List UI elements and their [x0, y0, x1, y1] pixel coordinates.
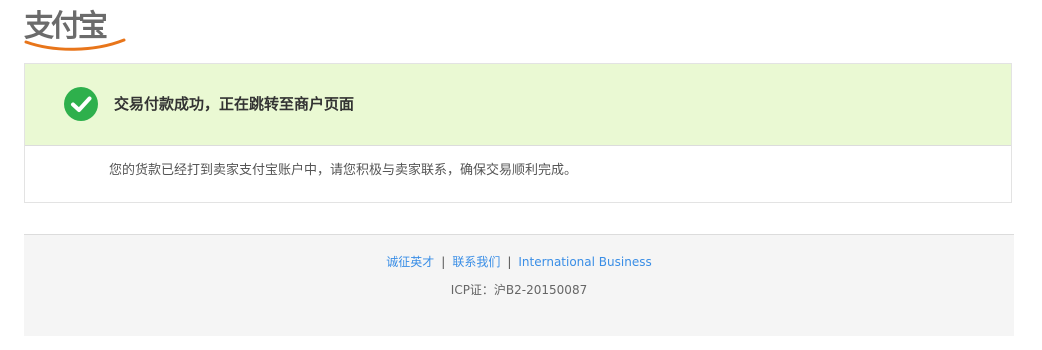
result-header: 交易付款成功，正在跳转至商户页面 [25, 64, 1011, 146]
icp-license: ICP证：沪B2-20150087 [450, 283, 588, 297]
footer-link-international[interactable]: International Business [518, 255, 651, 269]
footer: 诚征英才 | 联系我们 | International Business ICP证：沪B… [24, 234, 1014, 336]
footer-separator: | [441, 255, 446, 269]
check-circle-icon [64, 87, 98, 121]
alipay-logo[interactable]: 支付宝 [24, 8, 134, 52]
result-panel: 交易付款成功，正在跳转至商户页面 您的货款已经打到卖家支付宝账户中，请您积极与卖… [24, 63, 1012, 203]
footer-link-contact[interactable]: 联系我们 [452, 255, 500, 269]
checkmark-icon [71, 96, 92, 112]
footer-link-careers[interactable]: 诚征英才 [386, 255, 434, 269]
result-description: 您的货款已经打到卖家支付宝账户中，请您积极与卖家联系，确保交易顺利完成。 [109, 163, 578, 178]
logo-swoosh-icon [24, 38, 126, 51]
footer-separator: | [507, 255, 512, 269]
result-title: 交易付款成功，正在跳转至商户页面 [114, 95, 355, 113]
page: 支付宝 交易付款成功，正在跳转至商户页面 您的货款已经打到卖家支付宝账户中，请您… [0, 0, 1042, 350]
footer-links: 诚征英才 | 联系我们 | International Business [24, 253, 1014, 271]
